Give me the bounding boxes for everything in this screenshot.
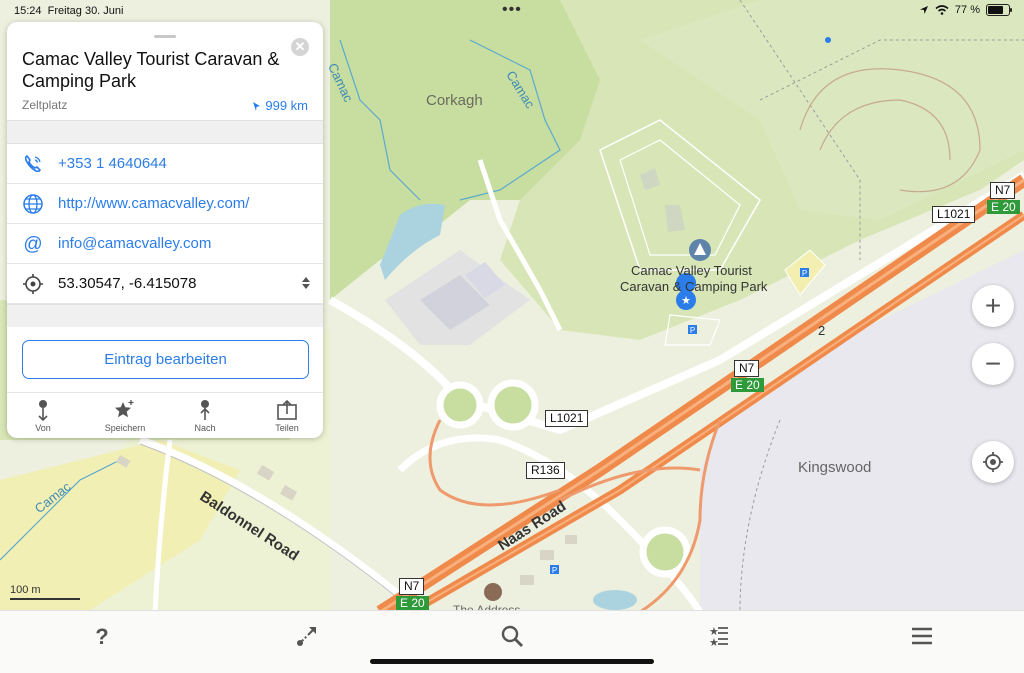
format-toggle-icon[interactable] — [302, 277, 310, 289]
battery-percent: 77 % — [954, 4, 980, 16]
location-arrow-icon — [919, 6, 928, 14]
phone-link[interactable]: +353 1 4640644 — [58, 155, 167, 172]
map-label-poi-line1: Camac Valley Tourist — [631, 263, 752, 278]
route-icon — [297, 627, 316, 646]
map-label-poi-line2: Caravan & Camping Park — [620, 279, 768, 294]
action-bar: Von Speichern Nach Teilen — [7, 392, 323, 438]
road-label-l1021: L1021 — [545, 410, 589, 427]
phone-row[interactable]: +353 1 4640644 — [7, 144, 323, 184]
section-separator — [7, 304, 323, 327]
svg-text:P: P — [552, 566, 557, 575]
close-icon[interactable]: ✕ — [291, 38, 309, 56]
email-link[interactable]: info@camacvalley.com — [58, 235, 211, 252]
place-distance: 999 km — [251, 98, 308, 113]
wifi-icon — [935, 5, 949, 15]
svg-text:?: ? — [95, 624, 108, 649]
coordinates-value[interactable]: 53.30547, -6.415078 — [58, 275, 196, 292]
zoom-out-button[interactable]: − — [972, 343, 1014, 385]
battery-icon — [986, 4, 1012, 16]
menu-button[interactable] — [909, 623, 935, 649]
search-button[interactable] — [499, 623, 525, 649]
at-icon: @ — [23, 234, 42, 255]
svg-text:@: @ — [23, 234, 42, 255]
route-from-button[interactable]: Von — [11, 393, 75, 438]
share-icon — [277, 399, 297, 420]
search-icon — [501, 625, 523, 647]
website-link[interactable]: http://www.camacvalley.com/ — [58, 195, 249, 212]
status-time: 15:24 Freitag 30. Juni — [14, 5, 124, 17]
svg-text:P: P — [802, 269, 807, 278]
help-button[interactable]: ? — [89, 623, 115, 649]
road-label-e20: E 20 — [987, 200, 1020, 214]
my-location-icon — [983, 452, 1003, 472]
my-location-button[interactable] — [972, 441, 1014, 483]
place-title: Camac Valley Tourist Caravan & Camping P… — [22, 49, 280, 91]
globe-icon — [23, 194, 43, 214]
share-button[interactable]: Teilen — [255, 393, 319, 438]
road-label-n7: N7 — [990, 182, 1016, 199]
phone-icon — [24, 154, 41, 173]
svg-text:★: ★ — [681, 294, 691, 307]
route-to-button[interactable]: Nach — [173, 393, 237, 438]
coordinates-row[interactable]: 53.30547, -6.415078 — [7, 264, 323, 304]
zoom-in-button[interactable]: + — [972, 285, 1014, 327]
multitasking-dots-icon[interactable]: ••• — [502, 1, 522, 19]
target-icon — [23, 274, 43, 294]
map-scale: 100 m — [10, 584, 80, 600]
road-label-l1021: L1021 — [932, 206, 976, 223]
scale-bar — [10, 598, 80, 600]
home-indicator[interactable] — [370, 659, 654, 664]
place-category: Zeltplatz — [22, 98, 68, 112]
direction-arrow-icon — [253, 102, 261, 111]
road-label-r136: R136 — [526, 462, 565, 479]
panel-grabber[interactable] — [154, 35, 176, 38]
road-label-e20: E 20 — [731, 378, 764, 392]
email-row[interactable]: @ info@camacvalley.com — [7, 224, 323, 264]
save-bookmark-button[interactable]: Speichern — [93, 393, 157, 438]
edit-entry-button[interactable]: Eintrag bearbeiten — [22, 340, 309, 379]
route-from-icon — [38, 400, 48, 421]
road-label-n7: N7 — [734, 360, 760, 377]
menu-icon — [912, 627, 932, 645]
route-button[interactable] — [294, 623, 320, 649]
website-row[interactable]: http://www.camacvalley.com/ — [7, 184, 323, 224]
svg-text:★: ★ — [709, 636, 719, 649]
road-label-e20: E 20 — [396, 596, 429, 610]
bookmarks-button[interactable]: ★ ★ — [704, 623, 730, 649]
route-to-icon — [200, 400, 210, 420]
section-separator — [7, 120, 323, 144]
scale-label: 100 m — [10, 584, 41, 596]
star-add-icon — [115, 400, 134, 418]
map-label-kingswood: Kingswood — [798, 459, 872, 476]
status-date: Freitag 30. Juni — [47, 5, 124, 17]
road-label-n7: N7 — [399, 578, 425, 595]
bookmarks-icon: ★★ — [709, 625, 728, 649]
map-label-corkagh: Corkagh — [426, 92, 483, 109]
svg-text:P: P — [690, 326, 695, 335]
help-icon: ? — [95, 624, 108, 649]
map-label-number: 2 — [818, 323, 826, 338]
place-panel: ✕ Camac Valley Tourist Caravan & Camping… — [7, 22, 323, 438]
status-bar: 15:24 Freitag 30. Juni ••• 77 % — [0, 0, 1024, 22]
